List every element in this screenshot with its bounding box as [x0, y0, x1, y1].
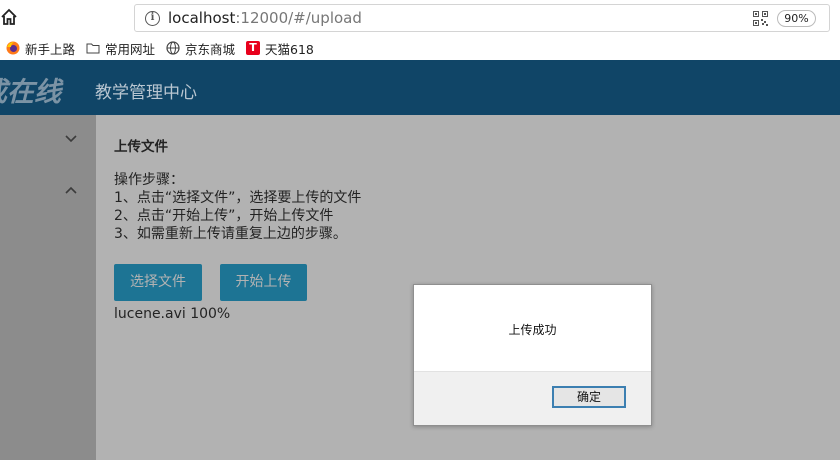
bookmark-jd[interactable]: 京东商城 — [166, 39, 235, 57]
url-text[interactable]: localhost:12000/#/upload — [168, 9, 362, 27]
bookmark-changyong[interactable]: 常用网址 — [86, 39, 155, 57]
firefox-icon — [6, 41, 20, 55]
zoom-indicator[interactable]: 90% — [777, 10, 816, 27]
info-icon[interactable]: i — [145, 11, 160, 26]
qr-code-icon[interactable] — [753, 11, 768, 26]
folder-icon — [86, 43, 100, 54]
dialog-footer: 确定 — [414, 371, 651, 425]
bookmark-tmall[interactable]: T 天猫618 — [246, 39, 314, 57]
dialog-message: 上传成功 — [508, 323, 557, 337]
ok-button[interactable]: 确定 — [552, 386, 626, 408]
browser-toolbar: i localhost:12000/#/upload 90% — [0, 0, 840, 36]
globe-icon — [166, 41, 180, 55]
logo[interactable]: 成在线 — [0, 70, 86, 109]
bookmarks-bar: 新手上路 常用网址 京东商城 T 天猫618 — [0, 36, 840, 60]
tmall-icon: T — [246, 41, 260, 55]
app-title: 教学管理中心 — [95, 83, 197, 103]
app-header: 成在线 教学管理中心 — [0, 60, 840, 115]
alert-dialog: 上传成功 确定 — [413, 284, 652, 426]
address-bar[interactable]: i localhost:12000/#/upload 90% — [134, 4, 830, 32]
bookmark-xinshou[interactable]: 新手上路 — [6, 39, 75, 57]
home-icon[interactable] — [0, 8, 18, 26]
